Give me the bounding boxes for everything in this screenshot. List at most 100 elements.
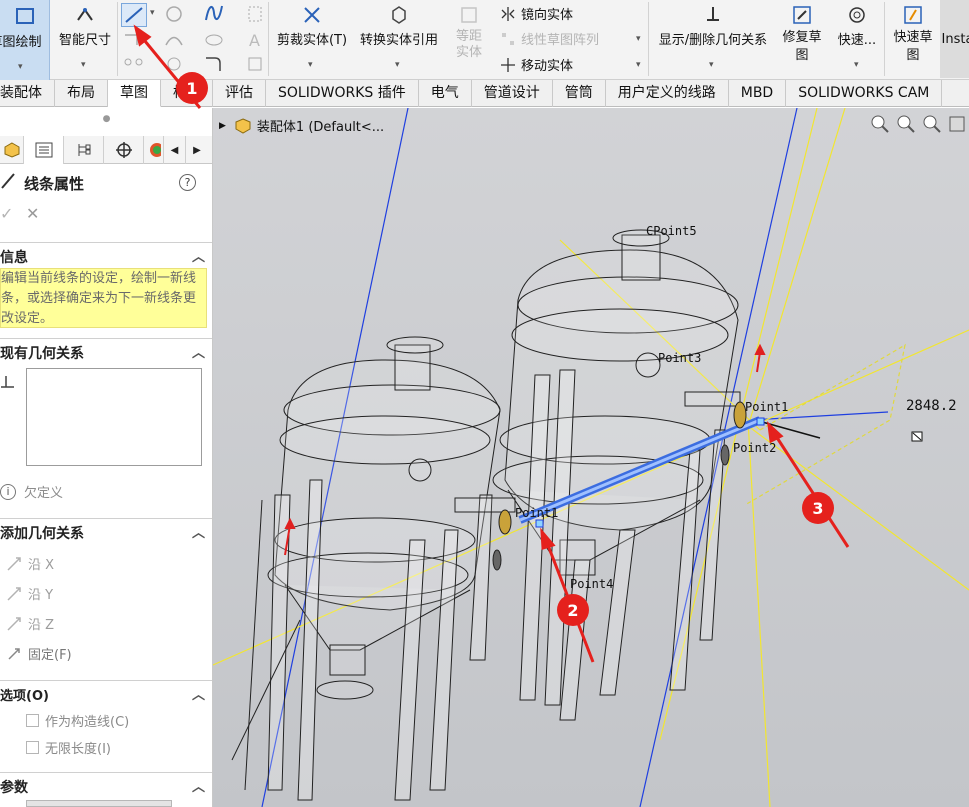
chevron-down-icon[interactable]: ▾ (854, 60, 859, 70)
trim-entities-button[interactable]: 剪裁实体(T) ▾ (274, 4, 350, 70)
relation-along-y[interactable]: 沿 Y (6, 584, 53, 603)
infinite-length-option[interactable]: 无限长度(I) (26, 738, 111, 757)
crosshair-icon (115, 142, 132, 158)
chevron-down-icon[interactable]: ▾ (395, 60, 400, 70)
options-header[interactable]: 选项(O) ︿ (0, 680, 212, 706)
ellipse-icon[interactable] (203, 30, 225, 50)
tab-piping[interactable]: 管道设计 (472, 80, 553, 107)
tab-user-defined-routing[interactable]: 用户定义的线路 (606, 80, 729, 107)
scroll-right-arrow[interactable]: ▶ (186, 136, 208, 164)
help-icon[interactable]: ? (179, 174, 196, 191)
construction-line-option[interactable]: 作为构造线(C) (26, 711, 129, 730)
chevron-down-icon[interactable]: ▾ (636, 60, 641, 70)
configuration-icon (78, 144, 90, 156)
parameters-header[interactable]: 参数 ︿ (0, 772, 212, 798)
convert-entities-button[interactable]: 转换实体引用 ▾ (355, 4, 443, 70)
plane-icon[interactable] (246, 55, 264, 73)
existing-relations-header[interactable]: 现有几何关系 ︿ (0, 338, 212, 364)
tab-dimxpert-manager[interactable] (104, 136, 144, 164)
graphics-area[interactable]: ▶ 装配体1 (Default<... CPoint5 Point3 Point… (213, 108, 969, 807)
offset-entities-button[interactable]: 等距实体 (446, 4, 492, 61)
tab-property-manager[interactable] (24, 136, 64, 164)
fillet-icon[interactable] (203, 55, 225, 73)
status-row: i 欠定义 (0, 482, 63, 501)
chevron-up-icon[interactable]: ︿ (192, 684, 205, 703)
construction-checkbox[interactable] (26, 714, 39, 727)
tab-evaluate[interactable]: 评估 (213, 80, 266, 107)
tab-layout[interactable]: 布局 (55, 80, 108, 107)
polygon-icon[interactable] (163, 55, 185, 73)
tab-assembly[interactable]: 装配体 (0, 80, 55, 107)
repair-label: 修复草图 (782, 30, 822, 63)
infinite-length-checkbox[interactable] (26, 741, 39, 754)
convert-label: 转换实体引用 (359, 33, 438, 48)
tab-sketch[interactable]: 草图 (108, 80, 161, 107)
chevron-up-icon[interactable]: ︿ (192, 776, 205, 795)
parameter-field[interactable] (26, 800, 172, 807)
smart-dimension-button[interactable]: 智能尺寸 ▾ (55, 4, 115, 70)
existing-relations-label: 现有几何关系 (0, 346, 84, 362)
insta-button[interactable]: Insta (940, 0, 969, 78)
tab-feature-manager[interactable] (0, 136, 24, 164)
tab-mbd[interactable]: MBD (729, 80, 787, 107)
relation-fix[interactable]: 固定(F) (6, 644, 72, 663)
relation-along-x[interactable]: 沿 X (6, 554, 54, 573)
chevron-up-icon[interactable]: ︿ (192, 522, 205, 541)
repair-sketch-button[interactable]: 修复草图 (778, 4, 826, 65)
quick-snaps-label: 快速... (837, 33, 877, 48)
chevron-down-icon[interactable]: ▾ (18, 62, 23, 72)
display-relations-button[interactable]: 显示/删除几何关系 ▾ (653, 4, 773, 70)
rectangle-icon[interactable] (123, 32, 145, 48)
info-message-text: 编辑当前线条的设定，绘制一新线条，或选择确定来为下一新线条更改设定。 (1, 271, 197, 326)
rapid-sketch-icon (904, 6, 922, 24)
trim-icon (304, 7, 320, 23)
linear-pattern-label: 线性草图阵列 (521, 33, 600, 48)
tank-right (454, 229, 741, 576)
along-z-icon (7, 616, 21, 631)
relation-along-z[interactable]: 沿 Z (6, 614, 54, 633)
add-relations-header[interactable]: 添加几何关系 ︿ (0, 518, 212, 544)
chevron-down-icon[interactable]: ▾ (150, 8, 155, 18)
panel-grip[interactable]: ● (0, 114, 212, 124)
tab-display-manager[interactable] (144, 136, 164, 164)
rapid-sketch-button[interactable]: 快速草图 (888, 4, 938, 65)
existing-relations-list[interactable] (26, 368, 202, 466)
mirror-icon (501, 6, 515, 21)
assembly-model-drawing: CPoint5 Point3 Point1 Point2 Point1 Poin… (213, 108, 969, 807)
info-section-header[interactable]: 信息 ︿ (0, 242, 212, 268)
arc-icon[interactable] (163, 30, 185, 50)
tab-tubing[interactable]: 管筒 (553, 80, 606, 107)
line-tool-button[interactable] (121, 3, 147, 27)
relations-icon (1, 376, 14, 388)
point3-label: Point3 (658, 351, 701, 365)
circle-icon[interactable] (163, 4, 185, 24)
sketch-label: 草图绘制 (0, 35, 42, 50)
point-icon[interactable] (246, 4, 264, 24)
text-icon[interactable]: A (246, 30, 264, 50)
chevron-down-icon[interactable]: ▾ (308, 60, 313, 70)
sketch-button[interactable]: 草图绘制 ▾ (0, 0, 50, 80)
scroll-left-arrow[interactable]: ◀ (164, 136, 186, 164)
tab-electrical[interactable]: 电气 (419, 80, 472, 107)
slot-icon[interactable] (123, 55, 145, 69)
spline-icon[interactable] (203, 2, 225, 24)
chevron-down-icon[interactable]: ▾ (636, 34, 641, 44)
chevron-down-icon[interactable]: ▾ (81, 60, 86, 70)
dimension-value[interactable]: 2848.2 (906, 398, 957, 414)
cancel-x-icon[interactable]: ✕ (26, 204, 39, 223)
chevron-down-icon[interactable]: ▾ (709, 60, 714, 70)
linear-pattern-button[interactable]: 线性草图阵列 (500, 29, 599, 48)
tab-markup[interactable]: 标注 (161, 80, 213, 107)
quick-snaps-button[interactable]: 快速... ▾ (834, 4, 880, 70)
mirror-entities-button[interactable]: 镜向实体 (500, 4, 573, 23)
tab-configuration-manager[interactable] (64, 136, 104, 164)
tab-solidworks-addins[interactable]: SOLIDWORKS 插件 (266, 80, 419, 107)
chevron-up-icon[interactable]: ︿ (192, 246, 205, 265)
tab-solidworks-cam[interactable]: SOLIDWORKS CAM (786, 80, 943, 107)
move-entities-button[interactable]: 移动实体 (500, 55, 573, 74)
along-y-label: 沿 Y (28, 588, 54, 603)
ok-check-icon[interactable]: ✓ (0, 204, 13, 223)
insta-label: Insta (941, 31, 969, 47)
parameters-label: 参数 (0, 780, 28, 796)
chevron-up-icon[interactable]: ︿ (192, 342, 205, 361)
